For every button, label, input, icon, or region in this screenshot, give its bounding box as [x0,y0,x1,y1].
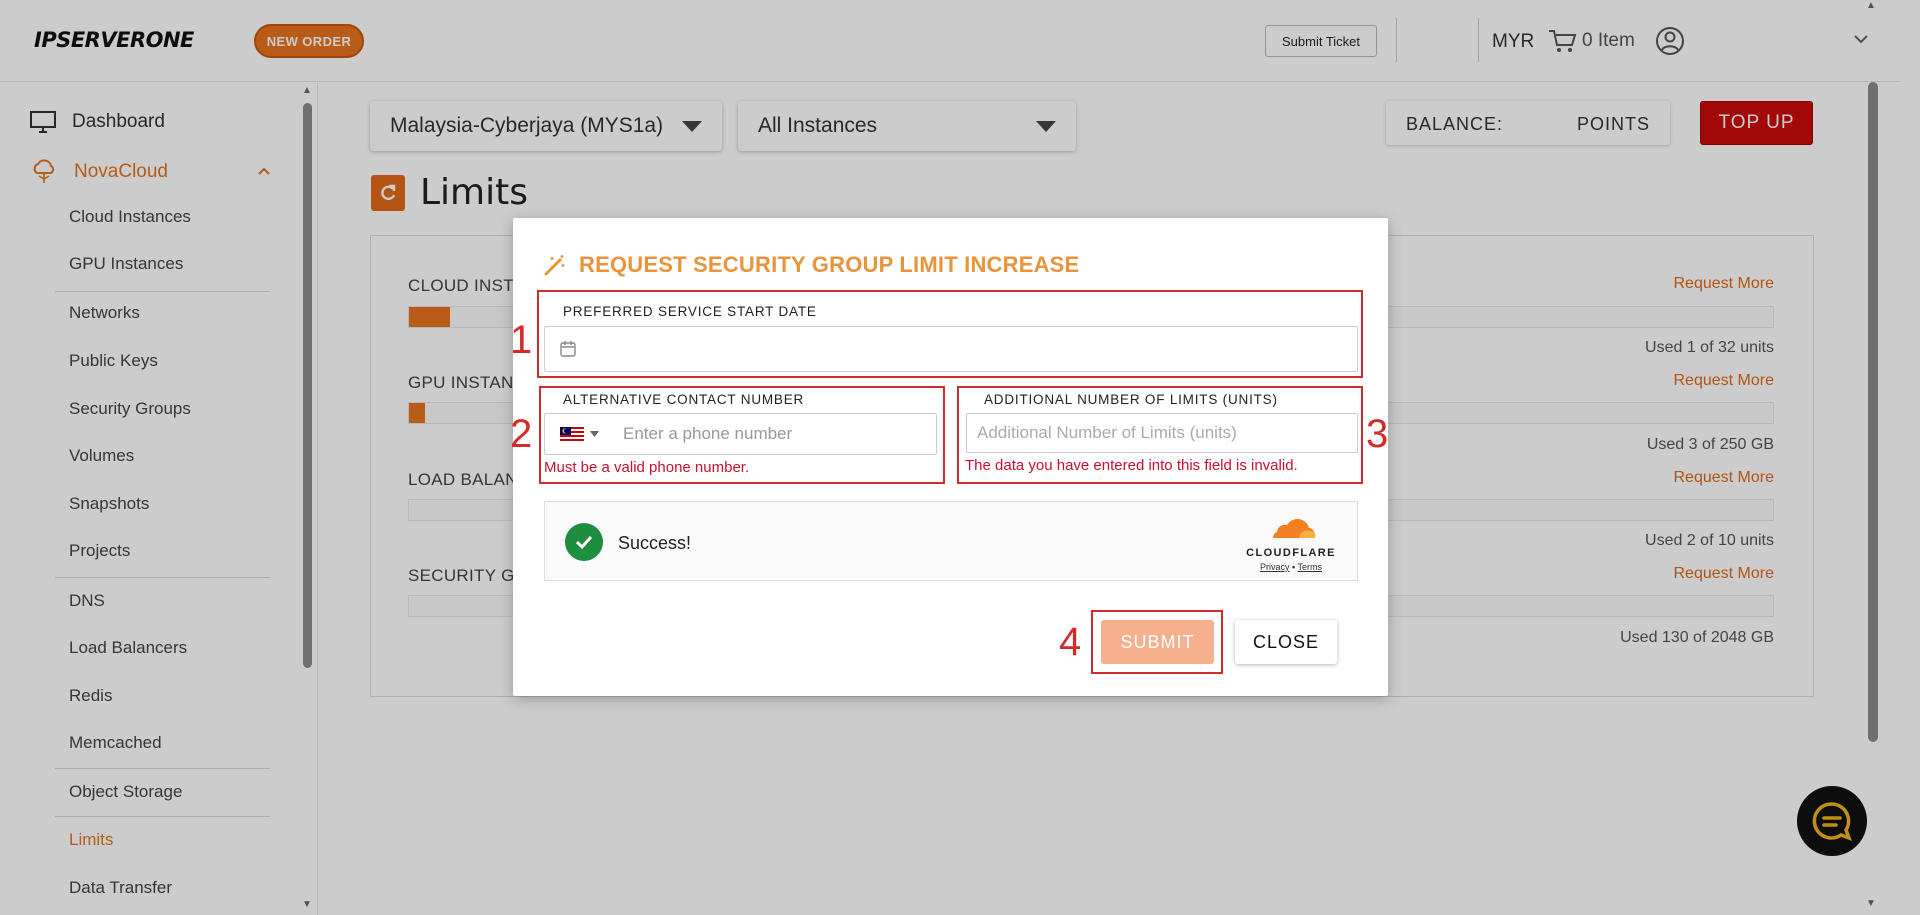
cloudflare-brand: CLOUDFLARE [1246,547,1336,559]
close-button[interactable]: CLOSE [1235,620,1337,664]
calendar-icon [560,341,576,357]
annotation-number-2: 2 [510,412,533,456]
limits-error: The data you have entered into this fiel… [965,457,1298,474]
terms-link[interactable]: Terms [1298,562,1323,572]
annotation-number-3: 3 [1366,412,1389,456]
start-date-input[interactable] [544,326,1358,372]
annotation-number-1: 1 [510,318,533,362]
limits-input[interactable]: Additional Number of Limits (units) [966,413,1358,453]
country-code-selector[interactable] [545,414,613,454]
phone-error: Must be a valid phone number. [544,459,750,476]
caret-down-icon [589,431,599,437]
check-icon [565,523,603,561]
cloudflare-captcha[interactable]: Success! CLOUDFLARE Privacy • Terms [544,501,1358,581]
phone-input[interactable]: Enter a phone number [544,413,937,455]
submit-button[interactable]: SUBMIT [1101,620,1214,664]
cloudflare-logo: CLOUDFLARE Privacy • Terms [1243,516,1339,572]
privacy-link[interactable]: Privacy [1260,562,1290,572]
link-separator: • [1292,562,1296,572]
limits-placeholder: Additional Number of Limits (units) [977,423,1237,442]
captcha-status: Success! [618,533,692,553]
modal-title: REQUEST SECURITY GROUP LIMIT INCREASE [579,252,1080,277]
annotation-number-4: 4 [1059,620,1082,664]
malaysia-flag-icon [559,427,584,441]
phone-placeholder: Enter a phone number [623,424,793,443]
magic-wand-icon [544,255,565,276]
limits-label: ADDITIONAL NUMBER OF LIMITS (UNITS) [984,392,1278,407]
start-date-label: PREFERRED SERVICE START DATE [563,304,817,319]
cloudflare-cloud-icon [1272,519,1316,538]
phone-label: ALTERNATIVE CONTACT NUMBER [563,392,805,407]
request-limit-modal: REQUEST SECURITY GROUP LIMIT INCREASE 1 … [510,218,1389,696]
